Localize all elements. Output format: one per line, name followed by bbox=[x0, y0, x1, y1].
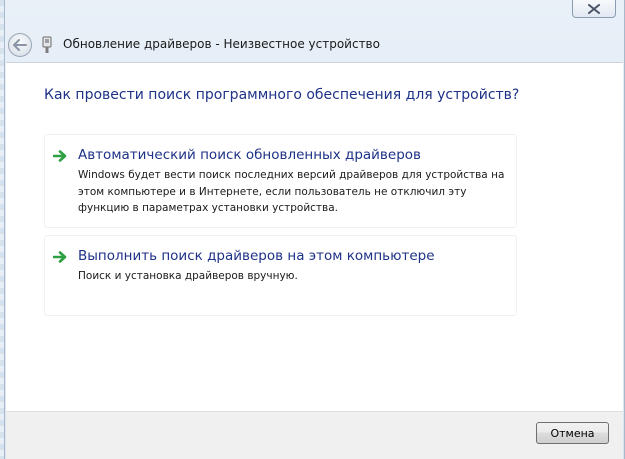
cancel-button[interactable]: Отмена bbox=[536, 422, 609, 444]
device-icon bbox=[42, 36, 52, 53]
auto-search-description: Windows будет вести поиск последних верс… bbox=[78, 169, 505, 214]
driver-update-window: Обновление драйверов - Неизвестное устро… bbox=[4, 0, 625, 459]
close-icon bbox=[588, 3, 600, 14]
title-bar: Обновление драйверов - Неизвестное устро… bbox=[5, 28, 625, 62]
close-button[interactable] bbox=[572, 0, 616, 18]
green-arrow-icon bbox=[53, 251, 67, 263]
manual-search-option[interactable]: Выполнить поиск драйверов на этом компью… bbox=[44, 235, 517, 316]
auto-search-option[interactable]: Автоматический поиск обновленных драйвер… bbox=[44, 134, 517, 228]
manual-search-description: Поиск и установка драйверов вручную. bbox=[78, 270, 298, 282]
content-pane: Как провести поиск программного обеспече… bbox=[6, 62, 623, 411]
back-arrow-icon bbox=[13, 39, 27, 51]
window-title: Обновление драйверов - Неизвестное устро… bbox=[63, 37, 380, 51]
green-arrow-icon bbox=[53, 150, 67, 162]
command-bar: Отмена bbox=[6, 411, 623, 459]
manual-search-title: Выполнить поиск драйверов на этом компью… bbox=[78, 248, 435, 264]
auto-search-title: Автоматический поиск обновленных драйвер… bbox=[78, 147, 421, 163]
page-heading: Как провести поиск программного обеспече… bbox=[44, 87, 520, 103]
back-button[interactable] bbox=[8, 33, 32, 57]
